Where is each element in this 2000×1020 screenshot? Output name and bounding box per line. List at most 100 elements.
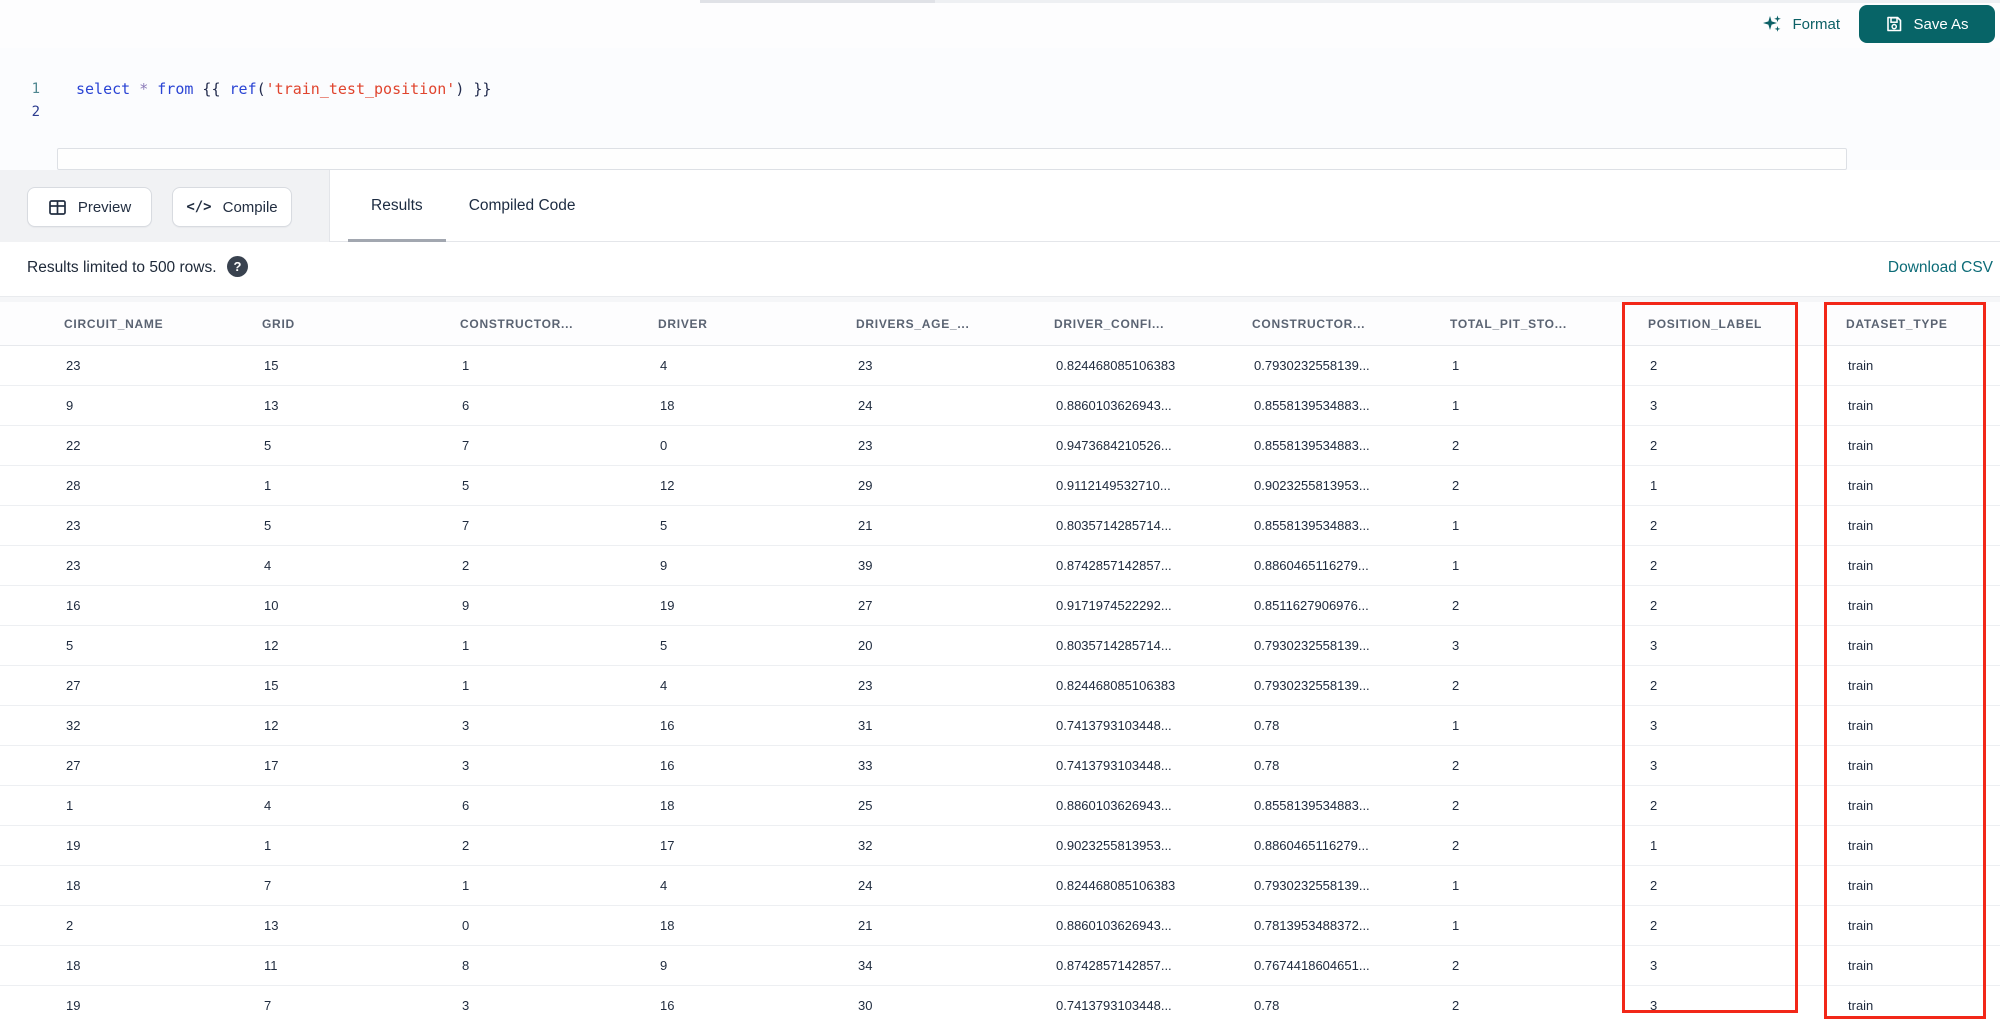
table-cell: 3 <box>1650 998 1658 1013</box>
column-header-constructor[interactable]: CONSTRUCTOR... <box>1188 317 1386 331</box>
table-cell: 0.78 <box>1254 718 1280 733</box>
save-as-button[interactable]: Save As <box>1859 5 1995 43</box>
table-cell: 9 <box>660 958 668 973</box>
column-header-circuit-name[interactable]: CIRCUIT_NAME <box>0 317 198 331</box>
table-cell: 2 <box>462 838 470 853</box>
code-token-jinja: ) }} <box>455 80 492 98</box>
table-cell: train <box>1848 758 1874 773</box>
format-button-label: Format <box>1792 15 1840 33</box>
table-cell: 1 <box>1452 878 1460 893</box>
table-cell: 5 <box>264 438 272 453</box>
table-cell: 21 <box>858 918 873 933</box>
help-icon[interactable]: ? <box>227 256 248 277</box>
table-cell: 2 <box>1452 838 1460 853</box>
table-cell: 0.7930232558139... <box>1254 358 1370 373</box>
table-cell: 1 <box>462 358 470 373</box>
table-cell: 7 <box>264 878 272 893</box>
table-cell: 32 <box>858 838 873 853</box>
tab-results[interactable]: Results <box>348 170 446 242</box>
table-cell: 24 <box>858 878 873 893</box>
table-row: 5 12 1 5 20 0.8035714285714... 0.7930232558139… <box>0 626 2000 666</box>
column-header-dataset-type[interactable]: DATASET_TYPE <box>1782 317 1980 331</box>
table-cell: 0.8742857142857... <box>1056 958 1172 973</box>
column-header-constructor[interactable]: CONSTRUCTOR... <box>396 317 594 331</box>
table-cell: 2 <box>1650 678 1658 693</box>
table-row: 18 11 8 9 34 0.8742857142857... 0.767441860465… <box>0 946 2000 986</box>
table-cell: 3 <box>1650 718 1658 733</box>
column-header-grid[interactable]: GRID <box>198 317 396 331</box>
table-cell: 25 <box>858 798 873 813</box>
column-header-driver[interactable]: DRIVER <box>594 317 792 331</box>
code-icon: </> <box>186 199 212 215</box>
table-row: 9 13 6 18 24 0.8860103626943... 0.855813953488… <box>0 386 2000 426</box>
table-cell: 5 <box>462 478 470 493</box>
sql-editor[interactable]: 1 select * from {{ ref('train_test_posit… <box>0 48 2000 170</box>
table-cell: 2 <box>462 558 470 573</box>
code-line-1[interactable]: 1 select * from {{ ref('train_test_posit… <box>0 78 2000 100</box>
code-token-keyword: ref <box>229 80 257 98</box>
table-cell: 21 <box>858 518 873 533</box>
table-cell: 23 <box>66 358 81 373</box>
table-cell: 0.9171974522292... <box>1056 598 1172 613</box>
table-cell: 18 <box>66 878 81 893</box>
column-header-driver-confi[interactable]: DRIVER_CONFI... <box>990 317 1188 331</box>
table-cell: train <box>1848 958 1874 973</box>
table-cell: 7 <box>264 998 272 1013</box>
table-cell: 10 <box>264 598 279 613</box>
column-header-position-label[interactable]: POSITION_LABEL <box>1584 317 1782 331</box>
table-cell: 0.9023255813953... <box>1254 478 1370 493</box>
table-cell: 5 <box>660 638 668 653</box>
preview-button[interactable]: Preview <box>27 187 152 227</box>
table-cell: 4 <box>660 358 668 373</box>
horizontal-scrollbar-thumb[interactable] <box>700 0 935 3</box>
table-cell: 16 <box>660 718 675 733</box>
table-cell: 1 <box>462 638 470 653</box>
table-cell: 2 <box>1650 598 1658 613</box>
table-cell: train <box>1848 918 1874 933</box>
line-number-1: 1 <box>31 81 40 97</box>
code-token-keyword: select <box>76 80 131 98</box>
table-cell: 1 <box>264 478 272 493</box>
download-csv-link[interactable]: Download CSV <box>1888 259 1993 277</box>
table-cell: 2 <box>1452 438 1460 453</box>
table-cell: 33 <box>858 758 873 773</box>
table-cell: 3 <box>462 998 470 1013</box>
table-cell: 12 <box>264 638 279 653</box>
table-cell: 29 <box>858 478 873 493</box>
table-cell: 8 <box>462 958 470 973</box>
table-cell: 12 <box>264 718 279 733</box>
code-token-operator: * <box>130 80 158 98</box>
table-cell: 0.78 <box>1254 758 1280 773</box>
table-cell: 0.824468085106383 <box>1056 358 1176 373</box>
sparkles-icon <box>1761 13 1783 35</box>
table-row: 27 15 1 4 23 0.824468085106383 0.7930232558139… <box>0 666 2000 706</box>
code-line-2[interactable]: 2 <box>0 101 2000 123</box>
table-cell: 3 <box>1650 758 1658 773</box>
table-cell: 1 <box>1452 358 1460 373</box>
table-cell: 0.8558139534883... <box>1254 398 1370 413</box>
table-cell: 1 <box>1650 838 1658 853</box>
table-cell: 0.78 <box>1254 998 1280 1013</box>
table-cell: 2 <box>1452 478 1460 493</box>
table-cell: train <box>1848 718 1874 733</box>
table-cell: train <box>1848 358 1874 373</box>
table-cell: 2 <box>1452 678 1460 693</box>
table-cell: 0.7930232558139... <box>1254 638 1370 653</box>
table-cell: 16 <box>660 758 675 773</box>
table-cell: 12 <box>660 478 675 493</box>
table-cell: 23 <box>66 518 81 533</box>
table-cell: 5 <box>66 638 74 653</box>
table-cell: 24 <box>858 398 873 413</box>
table-cell: train <box>1848 598 1874 613</box>
tab-compiled-code[interactable]: Compiled Code <box>446 170 599 242</box>
table-cell: 34 <box>858 958 873 973</box>
format-button[interactable]: Format <box>1761 8 1840 40</box>
results-tabs: Results Compiled Code <box>348 170 599 242</box>
table-cell: 28 <box>66 478 81 493</box>
column-header-total-pit-sto[interactable]: TOTAL_PIT_STO... <box>1386 317 1584 331</box>
column-header-drivers-age[interactable]: DRIVERS_AGE_... <box>792 317 990 331</box>
table-cell: 2 <box>1650 438 1658 453</box>
table-cell: 1 <box>1650 478 1658 493</box>
table-cell: train <box>1848 998 1874 1013</box>
compile-button[interactable]: </> Compile <box>172 187 292 227</box>
